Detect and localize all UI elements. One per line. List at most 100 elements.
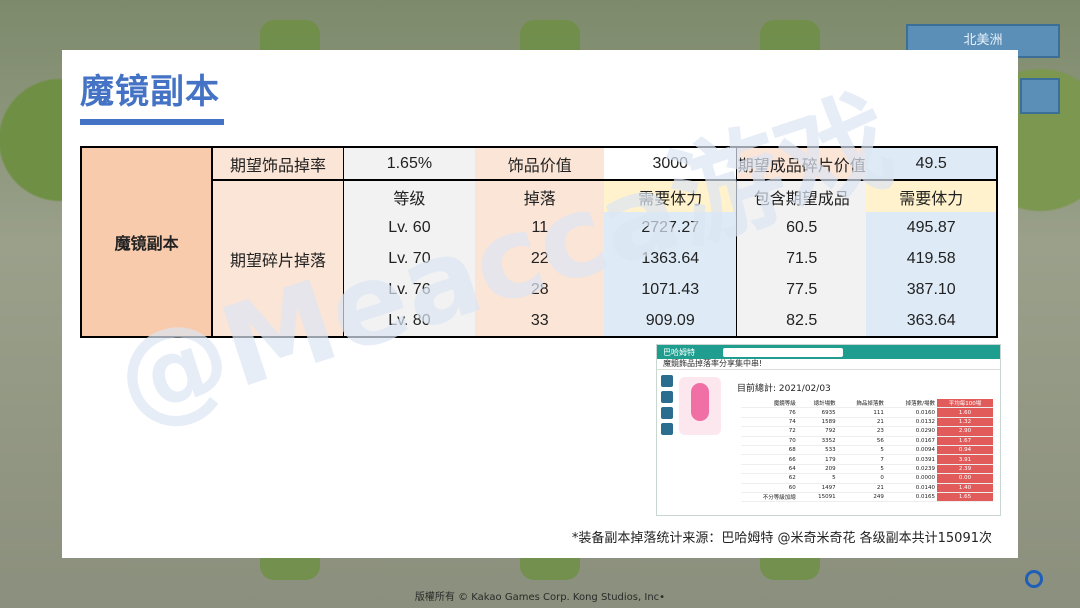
screenshot-cell: 0.0391 (885, 454, 938, 465)
character-avatar (679, 377, 721, 435)
screenshot-col-header: 平均每100場 (937, 399, 993, 409)
expected-accessory-rate-label: 期望饰品掉率 (212, 147, 344, 181)
screenshot-cell: 70 (741, 436, 798, 446)
screenshot-cell: 3.91 (937, 454, 993, 465)
screenshot-cell: 209 (797, 464, 838, 475)
screenshot-cell: 1.67 (937, 436, 993, 446)
screenshot-cell: 0.0160 (885, 407, 938, 418)
screenshot-cell: 1589 (797, 417, 838, 428)
table-cell: 1363.64 (604, 243, 738, 274)
screenshot-cell: 68 (741, 445, 798, 456)
title-underline (80, 119, 224, 125)
table-cell: Lv. 80 (343, 305, 476, 337)
table-cell: 419.58 (866, 243, 997, 274)
fragment-value: 49.5 (866, 147, 997, 181)
screenshot-total-cell: 249 (837, 492, 886, 503)
screenshot-total-cell: 15091 (797, 492, 838, 503)
screenshot-col-header: 總計場數 (797, 399, 838, 409)
table-cell: 77.5 (736, 274, 867, 305)
copyright-text: 版權所有 © Kakao Games Corp. Kong Studios, I… (414, 592, 666, 603)
screenshot-cell: 66 (741, 454, 798, 465)
table-cell: 22 (475, 243, 605, 274)
table-cell: 60.5 (736, 212, 867, 243)
screenshot-col-header: 魔鏡等級 (741, 399, 798, 409)
source-screenshot: 巴哈姆特 魔鏡飾品掉落率分享集中串! 目前總計: 2021/02/03 魔鏡等級… (656, 344, 1001, 516)
table-header: 包含期望成品 (736, 180, 867, 212)
table-cell: Lv. 76 (343, 274, 476, 305)
screenshot-search-input (723, 347, 843, 357)
screenshot-logo: 巴哈姆特 (663, 347, 695, 357)
reply-icon (661, 391, 673, 403)
screenshot-cell: 0.0000 (885, 473, 938, 484)
screenshot-cell: 0.0239 (885, 464, 938, 475)
table-cell: 495.87 (866, 212, 997, 243)
screenshot-total-cell: 1.65 (937, 492, 993, 503)
screenshot-cell: 1.40 (937, 483, 993, 493)
screenshot-cell: 179 (797, 454, 838, 465)
table-header: 等级 (343, 180, 476, 212)
screenshot-cell: 5 (797, 473, 838, 484)
table-cell: 909.09 (604, 305, 738, 337)
screenshot-cell: 2.90 (937, 426, 993, 437)
screenshot-side-icons (661, 375, 675, 439)
table-header: 需要体力 (866, 180, 997, 212)
screenshot-cell: 0.0132 (885, 417, 938, 428)
screenshot-cell: 0 (837, 473, 886, 484)
expected-accessory-rate-value: 1.65% (343, 147, 476, 181)
avatar-icon (661, 423, 673, 435)
screenshot-total-cell: 不分等級加總 (741, 492, 798, 503)
screenshot-col-header: 飾品掉落數 (837, 399, 886, 409)
slide: 魔镜副本 魔镜副本 期望饰品掉率 1.65% 饰品价值 3000 期望成品碎片价… (62, 50, 1018, 558)
table-cell: 387.10 (866, 274, 997, 305)
screenshot-cell: 56 (837, 436, 886, 446)
screenshot-cell: 1.60 (937, 407, 993, 418)
accessory-value-label: 饰品价值 (475, 147, 605, 181)
screenshot-total-cell: 0.0165 (885, 492, 938, 503)
screenshot-cell: 5 (837, 464, 886, 475)
table-cell: 11 (475, 212, 605, 243)
screenshot-cell: 21 (837, 483, 886, 493)
screenshot-topbar: 巴哈姆特 (657, 345, 1000, 359)
screenshot-cell: 21 (837, 417, 886, 428)
drop-rate-table: 魔镜副本 期望饰品掉率 1.65% 饰品价值 3000 期望成品碎片价值 49.… (80, 146, 998, 338)
logo-mark-icon (1025, 570, 1043, 588)
table-cell: 71.5 (736, 243, 867, 274)
screenshot-cell: 0.00 (937, 473, 993, 484)
fragment-drop-label: 期望碎片掉落 (212, 180, 344, 337)
screenshot-cell: 0.0290 (885, 426, 938, 437)
screenshot-cell: 23 (837, 426, 886, 437)
screenshot-date: 目前總計: 2021/02/03 (737, 384, 831, 394)
screenshot-cell: 0.94 (937, 445, 993, 456)
table-cell: 33 (475, 305, 605, 337)
screenshot-cell: 62 (741, 473, 798, 484)
fragment-value-label: 期望成品碎片价值 (736, 147, 867, 181)
region-tab-secondary[interactable] (1020, 78, 1060, 114)
table-side-label: 魔镜副本 (81, 147, 214, 337)
screenshot-cell: 60 (741, 483, 798, 493)
screenshot-cell: 6935 (797, 407, 838, 418)
table-cell: 2727.27 (604, 212, 738, 243)
screenshot-cell: 76 (741, 407, 798, 418)
tool-icon (661, 407, 673, 419)
screenshot-cell: 2.39 (937, 464, 993, 475)
table-cell: 1071.43 (604, 274, 738, 305)
table-cell: 28 (475, 274, 605, 305)
table-cell: Lv. 70 (343, 243, 476, 274)
screenshot-cell: 792 (797, 426, 838, 437)
slide-title: 魔镜副本 (80, 72, 220, 112)
screenshot-cell: 533 (797, 445, 838, 456)
table-header: 需要体力 (604, 180, 738, 212)
screenshot-cell: 74 (741, 417, 798, 428)
screenshot-stats-table: 魔鏡等級 總計場數 飾品掉落數 掉落數/場數 平均每100場 76 6935 111… (741, 399, 993, 503)
table-cell: 363.64 (866, 305, 997, 337)
screenshot-cell: 0.0140 (885, 483, 938, 493)
source-note: *装备副本掉落统计来源：巴哈姆特 @米奇米奇花 各级副本共计15091次 (571, 531, 992, 546)
screenshot-cell: 1.32 (937, 417, 993, 428)
screenshot-cell: 64 (741, 464, 798, 475)
screenshot-col-header: 掉落數/場數 (885, 399, 938, 409)
screenshot-cell: 3352 (797, 436, 838, 446)
screenshot-cell: 111 (837, 407, 886, 418)
screenshot-cell: 5 (837, 445, 886, 456)
screenshot-cell: 7 (837, 454, 886, 465)
screenshot-cell: 0.0167 (885, 436, 938, 446)
